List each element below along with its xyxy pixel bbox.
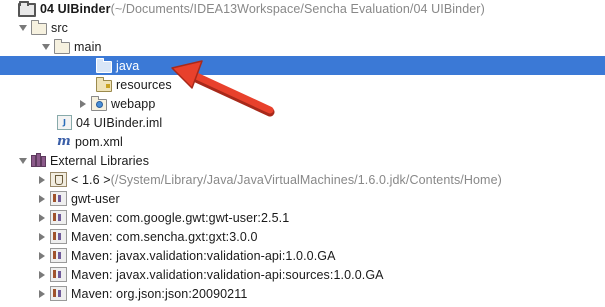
tree-row-maven-gxt[interactable]: Maven: com.sencha.gxt:gxt:3.0.0 [0,227,605,246]
tree-label-jdk: < 1.6 > [71,172,111,187]
collapse-arrow-icon[interactable] [37,175,47,185]
tree-label-maven-json: Maven: org.json:json:20090211 [71,286,248,301]
tree-row-maven-gwt[interactable]: Maven: com.google.gwt:gwt-user:2.5.1 [0,208,605,227]
tree-row-gwt-user[interactable]: gwt-user [0,189,605,208]
jdk-icon [50,172,67,187]
collapse-arrow-icon[interactable] [37,213,47,223]
tree-label-jdk-path: (/System/Library/Java/JavaVirtualMachine… [110,172,502,187]
tree-label-java: java [116,58,140,73]
tree-row-external-libraries[interactable]: External Libraries [0,151,605,170]
tree-label-iml: 04 UIBinder.iml [76,115,163,130]
tree-label-src: src [51,20,68,35]
expand-arrow-icon[interactable] [18,156,28,166]
collapse-arrow-icon[interactable] [37,270,47,280]
resources-folder-icon [96,76,112,92]
library-icon [50,229,67,244]
tree-row-src[interactable]: src [0,18,605,37]
library-icon [50,248,67,263]
libraries-icon [31,153,46,167]
maven-file-icon: m [57,133,71,149]
tree-label-external-libraries: External Libraries [50,153,150,168]
folder-icon [31,19,47,35]
project-path: (~/Documents/IDEA13Workspace/Sencha Eval… [110,1,485,16]
collapse-arrow-icon[interactable] [37,289,47,299]
folder-icon [54,38,70,54]
library-icon [50,267,67,282]
tree-row-main[interactable]: main [0,37,605,56]
source-folder-icon [96,57,112,73]
tree-label-maven-gxt: Maven: com.sencha.gxt:gxt:3.0.0 [71,229,258,244]
library-icon [50,191,67,206]
library-icon [50,286,67,301]
tree-row-maven-json[interactable]: Maven: org.json:json:20090211 [0,284,605,303]
tree-label-maven-gwt: Maven: com.google.gwt:gwt-user:2.5.1 [71,210,290,225]
project-tree[interactable]: 04 UIBinder (~/Documents/IDEA13Workspace… [0,0,605,307]
project-name: 04 UIBinder [40,1,111,16]
tree-row-pom[interactable]: m pom.xml [0,132,605,151]
tree-row-maven-validation-sources[interactable]: Maven: javax.validation:validation-api:s… [0,265,605,284]
tree-row-webapp[interactable]: webapp [0,94,605,113]
collapse-arrow-icon[interactable] [37,232,47,242]
tree-label-maven-validation-sources: Maven: javax.validation:validation-api:s… [71,267,384,282]
module-folder-icon [18,0,36,17]
tree-row-project-root[interactable]: 04 UIBinder (~/Documents/IDEA13Workspace… [0,0,605,18]
tree-label-maven-validation: Maven: javax.validation:validation-api:1… [71,248,336,263]
iml-file-icon: J [57,115,72,130]
tree-row-resources[interactable]: resources [0,75,605,94]
tree-row-jdk[interactable]: < 1.6 > (/System/Library/Java/JavaVirtua… [0,170,605,189]
tree-row-iml[interactable]: J 04 UIBinder.iml [0,113,605,132]
tree-label-main: main [74,39,102,54]
tree-row-java[interactable]: java [0,56,605,75]
tree-label-webapp: webapp [111,96,156,111]
collapse-arrow-icon[interactable] [37,251,47,261]
tree-label-resources: resources [116,77,172,92]
tree-row-maven-validation[interactable]: Maven: javax.validation:validation-api:1… [0,246,605,265]
tree-label-pom: pom.xml [75,134,123,149]
expand-arrow-icon[interactable] [41,42,51,52]
collapse-arrow-icon[interactable] [37,194,47,204]
library-icon [50,210,67,225]
expand-arrow-icon[interactable] [18,23,28,33]
web-folder-icon [91,95,107,111]
tree-label-gwt-user: gwt-user [71,191,120,206]
collapse-arrow-icon[interactable] [78,99,88,109]
